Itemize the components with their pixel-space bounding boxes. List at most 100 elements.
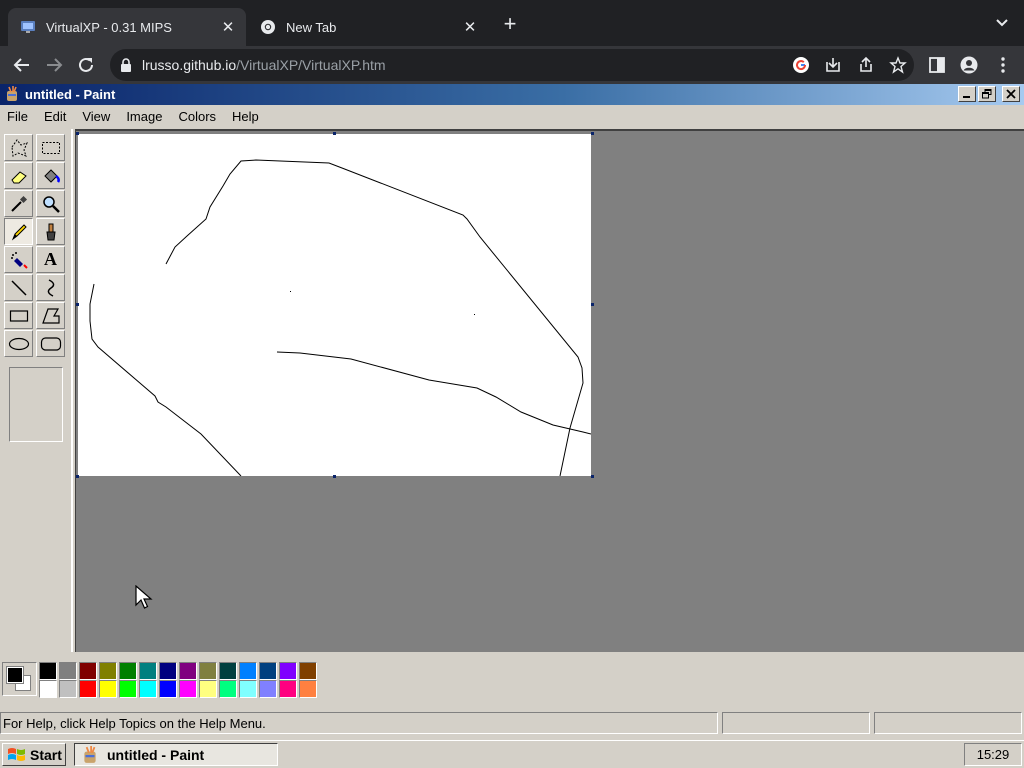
close-tab-icon[interactable]: ✕ <box>460 18 480 36</box>
palette-swatch[interactable] <box>159 680 177 698</box>
paint-title-bar[interactable]: untitled - Paint <box>0 84 1024 105</box>
tool-airbrush[interactable] <box>4 246 33 273</box>
palette-swatch[interactable] <box>159 662 177 680</box>
tool-rectangle[interactable] <box>4 302 33 329</box>
tool-pencil[interactable] <box>4 218 33 245</box>
palette-swatch[interactable] <box>179 680 197 698</box>
palette-swatch[interactable] <box>259 680 277 698</box>
monitor-icon <box>21 21 35 33</box>
tool-magnifier[interactable] <box>36 190 65 217</box>
tool-eraser[interactable] <box>4 162 33 189</box>
status-bar: For Help, click Help Topics on the Help … <box>0 712 1024 736</box>
resize-handle[interactable] <box>333 475 336 478</box>
palette-swatch[interactable] <box>119 662 137 680</box>
resize-handle[interactable] <box>591 132 594 135</box>
resize-handle[interactable] <box>76 132 79 135</box>
palette-swatch[interactable] <box>299 662 317 680</box>
palette-swatch[interactable] <box>199 662 217 680</box>
arrow-right-icon <box>47 58 63 72</box>
palette-swatch[interactable] <box>39 680 57 698</box>
arrow-left-icon <box>13 58 29 72</box>
tool-free-form-select[interactable] <box>4 134 33 161</box>
tool-pick-color[interactable] <box>4 190 33 217</box>
palette-swatch[interactable] <box>99 680 117 698</box>
tool-curve[interactable] <box>36 274 65 301</box>
tool-polygon[interactable] <box>36 302 65 329</box>
close-button[interactable] <box>1002 86 1020 102</box>
resize-handle[interactable] <box>591 303 594 306</box>
brush-icon <box>45 223 56 240</box>
restore-icon <box>982 89 992 99</box>
palette-swatch[interactable] <box>119 680 137 698</box>
taskbar-button-paint[interactable]: untitled - Paint <box>74 743 278 766</box>
status-size <box>874 712 1022 734</box>
menu-image[interactable]: Image <box>118 109 170 124</box>
current-colors[interactable] <box>2 662 37 696</box>
drawing-workspace <box>75 129 1024 652</box>
tool-options-box[interactable] <box>9 367 63 442</box>
resize-handle[interactable] <box>76 475 79 478</box>
palette-swatch[interactable] <box>279 662 297 680</box>
tool-ellipse[interactable] <box>4 330 33 357</box>
ellipse-icon <box>8 337 29 350</box>
google-icon[interactable] <box>792 56 810 74</box>
tool-text[interactable]: A <box>36 246 65 273</box>
palette-swatch[interactable] <box>139 662 157 680</box>
palette-swatch[interactable] <box>279 680 297 698</box>
palette-swatch[interactable] <box>239 662 257 680</box>
forward-button[interactable] <box>41 52 67 78</box>
palette-swatch[interactable] <box>179 662 197 680</box>
side-panel-icon[interactable] <box>928 56 946 74</box>
address-bar[interactable]: lrusso.github.io/VirtualXP/VirtualXP.htm <box>110 49 914 81</box>
menu-view[interactable]: View <box>74 109 118 124</box>
minimize-button[interactable] <box>958 86 976 102</box>
resize-handle[interactable] <box>591 475 594 478</box>
menu-file[interactable]: File <box>0 109 36 124</box>
tool-fill-with-color[interactable] <box>36 162 65 189</box>
tab-new-tab[interactable]: New Tab ✕ <box>248 8 488 46</box>
menu-edit[interactable]: Edit <box>36 109 74 124</box>
restore-button[interactable] <box>978 86 996 102</box>
drawing-canvas[interactable] <box>78 134 592 477</box>
reload-icon <box>79 57 93 72</box>
install-app-icon[interactable] <box>824 56 842 74</box>
menu-colors[interactable]: Colors <box>170 109 224 124</box>
palette-swatch[interactable] <box>219 662 237 680</box>
airbrush-icon <box>10 251 28 269</box>
palette-swatch[interactable] <box>139 680 157 698</box>
eraser-icon <box>10 170 27 183</box>
back-button[interactable] <box>9 52 35 78</box>
paint-window: untitled - Paint File Edit View Image Co… <box>0 84 1024 740</box>
tool-brush[interactable] <box>36 218 65 245</box>
close-tab-icon[interactable]: ✕ <box>218 18 238 36</box>
palette-swatch[interactable] <box>239 680 257 698</box>
palette-swatch[interactable] <box>79 680 97 698</box>
resize-handle[interactable] <box>333 132 336 135</box>
new-tab-button[interactable]: + <box>498 12 522 36</box>
star-icon[interactable] <box>889 56 907 74</box>
palette-swatch[interactable] <box>39 662 57 680</box>
reload-button[interactable] <box>73 52 99 78</box>
tool-select[interactable] <box>36 134 65 161</box>
tab-virtualxp[interactable]: VirtualXP - 0.31 MIPS ✕ <box>8 8 246 46</box>
tool-line[interactable] <box>4 274 33 301</box>
chevron-down-icon[interactable] <box>994 14 1010 30</box>
palette-swatch[interactable] <box>59 662 77 680</box>
share-icon[interactable] <box>857 56 875 74</box>
palette-swatch[interactable] <box>219 680 237 698</box>
resize-handle[interactable] <box>76 303 79 306</box>
paint-app-icon <box>84 745 96 763</box>
magnifier-icon <box>42 195 60 213</box>
palette-swatch[interactable] <box>299 680 317 698</box>
menu-help[interactable]: Help <box>224 109 267 124</box>
start-button[interactable]: Start <box>2 743 66 766</box>
more-vert-icon[interactable] <box>994 56 1012 74</box>
window-title: untitled - Paint <box>25 87 116 102</box>
palette-swatch[interactable] <box>79 662 97 680</box>
palette-swatch[interactable] <box>99 662 117 680</box>
palette-swatch[interactable] <box>199 680 217 698</box>
profile-icon[interactable] <box>960 56 978 74</box>
tool-rounded-rectangle[interactable] <box>36 330 65 357</box>
palette-swatch[interactable] <box>259 662 277 680</box>
palette-swatch[interactable] <box>59 680 77 698</box>
